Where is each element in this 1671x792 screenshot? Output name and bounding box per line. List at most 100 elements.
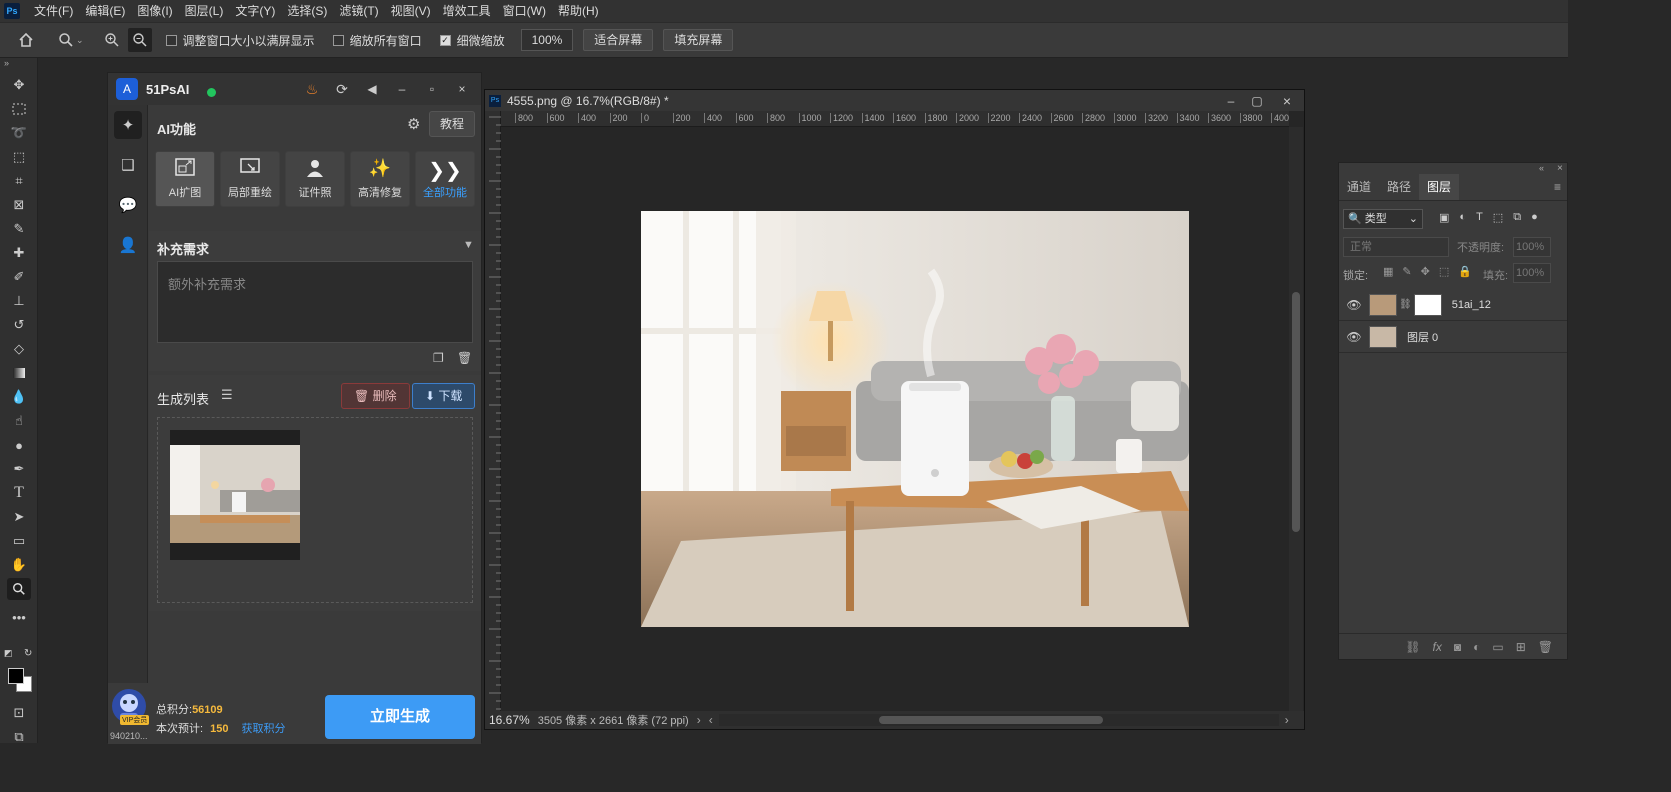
minimize-icon[interactable]: –	[1218, 94, 1244, 108]
all-functions-card[interactable]: ❯❯ 全部功能	[415, 151, 475, 207]
expand-panel-icon[interactable]: »	[0, 58, 37, 72]
delete-layer-icon[interactable]: 🗑	[1538, 640, 1553, 654]
menu-item[interactable]: 窗口(W)	[497, 0, 552, 22]
gradient-tool-icon[interactable]	[7, 362, 31, 384]
quick-mask-icon[interactable]: ⊡	[7, 702, 31, 724]
healing-brush-icon[interactable]: ✚	[7, 242, 31, 264]
supplement-textarea[interactable]: 额外补充需求	[157, 261, 473, 343]
layer-row[interactable]: 👁 图层 0	[1339, 321, 1567, 353]
layer-filter-select[interactable]: 🔍 类型 ⌄	[1343, 209, 1423, 229]
copy-icon[interactable]: ❐	[433, 351, 444, 365]
list-edit-icon[interactable]: ☰	[221, 387, 233, 403]
link-layers-icon[interactable]: ⛓	[1405, 640, 1420, 654]
close-icon[interactable]: ×	[451, 78, 473, 100]
new-layer-icon[interactable]: ⊞	[1516, 640, 1526, 654]
menu-item[interactable]: 选择(S)	[281, 0, 333, 22]
zoom-out-icon[interactable]	[127, 28, 152, 52]
scrubby-zoom-checkbox[interactable]: ✓ 细微缩放	[439, 32, 505, 49]
magic-wand-icon[interactable]: ✦	[114, 111, 142, 139]
lock-paint-icon[interactable]: ✎	[1402, 265, 1411, 278]
scroll-left-icon[interactable]: ‹	[709, 713, 713, 727]
lock-artboard-icon[interactable]: ⬚	[1439, 265, 1449, 278]
chevron-down-icon[interactable]: ⌄	[76, 35, 84, 46]
generated-thumbnail[interactable]	[170, 430, 300, 560]
fx-icon[interactable]: fx	[1433, 640, 1442, 654]
hand-tool-icon[interactable]: ✋	[7, 554, 31, 576]
add-mask-icon[interactable]: ◙	[1454, 640, 1461, 654]
history-brush-icon[interactable]: ↺	[7, 314, 31, 336]
resize-windows-checkbox[interactable]: 调整窗口大小以满屏显示	[165, 32, 315, 49]
delete-button[interactable]: 🗑 删除	[341, 383, 410, 409]
horizontal-scrollbar[interactable]	[718, 714, 1279, 726]
maximize-icon[interactable]: ▢	[1244, 94, 1270, 108]
close-icon[interactable]: ×	[1270, 93, 1304, 109]
foreground-color-swatch[interactable]	[8, 668, 24, 684]
gear-icon[interactable]: ⚙	[407, 115, 420, 133]
dodge-tool-icon[interactable]: ●	[7, 434, 31, 456]
zoom-tool-icon[interactable]	[7, 578, 31, 600]
lock-transparent-icon[interactable]: ▦	[1383, 265, 1393, 278]
local-repaint-card[interactable]: 局部重绘	[220, 151, 280, 207]
opacity-field[interactable]: 100%	[1513, 237, 1551, 257]
checkbox-box[interactable]	[332, 34, 344, 46]
scroll-right-icon[interactable]: ›	[1285, 713, 1289, 727]
checkbox-checked[interactable]: ✓	[439, 34, 451, 46]
crop-tool-icon[interactable]: ⌗	[7, 170, 31, 192]
filter-toggle-icon[interactable]: ●	[1531, 211, 1538, 224]
eye-icon[interactable]: 👁	[1339, 330, 1369, 344]
collapse-triangle-icon[interactable]: ▼	[463, 239, 474, 251]
color-swatches[interactable]: ◩ ↻	[4, 648, 34, 694]
menu-item[interactable]: 帮助(H)	[552, 0, 605, 22]
menu-item[interactable]: 增效工具	[437, 0, 497, 22]
generate-now-button[interactable]: 立即生成	[325, 695, 475, 739]
clear-icon[interactable]: 🗑	[457, 351, 472, 365]
layer-row[interactable]: 👁 ⛓ 51ai_12	[1339, 289, 1567, 321]
blur-tool-icon[interactable]: 💧	[7, 386, 31, 408]
menu-item[interactable]: 文件(F)	[28, 0, 79, 22]
menu-item[interactable]: 图层(L)	[179, 0, 230, 22]
zoom-in-icon[interactable]	[100, 28, 124, 52]
speaker-icon[interactable]: ◀	[361, 78, 383, 100]
lock-all-icon[interactable]: 🔒	[1458, 265, 1472, 278]
zoom-all-windows-checkbox[interactable]: 缩放所有窗口	[332, 32, 422, 49]
eyedropper-tool-icon[interactable]: ✎	[7, 218, 31, 240]
smudge-tool-icon[interactable]: ☝	[7, 410, 31, 432]
tab-layers[interactable]: 图层	[1419, 174, 1460, 200]
eye-icon[interactable]: 👁	[1339, 298, 1369, 312]
pen-tool-icon[interactable]: ✒	[7, 458, 31, 480]
menu-item[interactable]: 编辑(E)	[79, 0, 131, 22]
brush-tool-icon[interactable]: ✐	[7, 266, 31, 288]
frame-tool-icon[interactable]: ⊠	[7, 194, 31, 216]
adjustment-filter-icon[interactable]: ◐	[1459, 211, 1466, 224]
zoom-percent-field[interactable]: 100%	[520, 29, 574, 51]
minimize-icon[interactable]: –	[391, 78, 413, 100]
tutorial-button[interactable]: 教程	[429, 111, 475, 137]
maximize-icon[interactable]: ▫	[421, 78, 443, 100]
link-icon[interactable]: ⛓	[1399, 299, 1412, 310]
menu-item[interactable]: 视图(V)	[385, 0, 437, 22]
status-menu-arrow-icon[interactable]: ›	[697, 713, 701, 727]
vertical-scrollbar[interactable]	[1289, 127, 1303, 711]
menu-item[interactable]: 文字(Y)	[229, 0, 281, 22]
eraser-tool-icon[interactable]: ◇	[7, 338, 31, 360]
rectangle-tool-icon[interactable]: ▭	[7, 530, 31, 552]
tab-paths[interactable]: 路径	[1379, 174, 1419, 200]
fit-screen-button[interactable]: 适合屏幕	[583, 29, 654, 51]
download-button[interactable]: ⬇ 下载	[412, 383, 476, 409]
lock-position-icon[interactable]: ✥	[1421, 265, 1430, 278]
get-points-link[interactable]: 获取积分	[242, 723, 286, 735]
ai-expand-card[interactable]: AI扩图	[155, 151, 215, 207]
scrollbar-thumb[interactable]	[878, 716, 1103, 724]
home-icon[interactable]	[14, 28, 38, 52]
checkbox-box[interactable]	[165, 34, 177, 46]
menu-item[interactable]: 滤镜(T)	[333, 0, 384, 22]
id-photo-card[interactable]: 证件照	[285, 151, 345, 207]
hd-repair-card[interactable]: ✨ 高清修复	[350, 151, 410, 207]
fill-field[interactable]: 100%	[1513, 263, 1551, 283]
menu-item[interactable]: 图像(I)	[131, 0, 178, 22]
default-colors-icon[interactable]: ◩	[4, 648, 13, 659]
scrollbar-thumb[interactable]	[1292, 292, 1300, 532]
panel-menu-icon[interactable]: ≡	[1554, 180, 1567, 200]
path-select-tool-icon[interactable]: ➤	[7, 506, 31, 528]
swap-colors-icon[interactable]: ↻	[24, 648, 32, 659]
